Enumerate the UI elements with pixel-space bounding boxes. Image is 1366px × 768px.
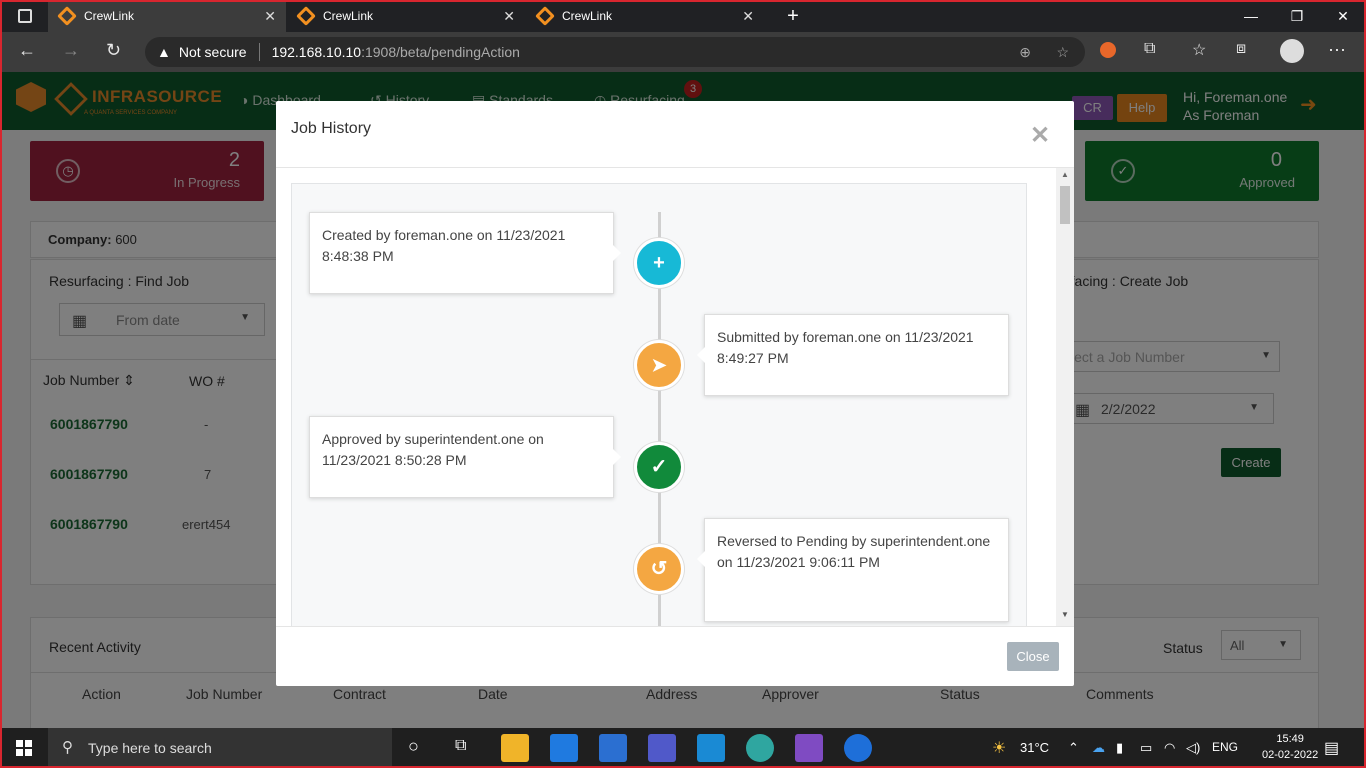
- url-path: :1908/beta/pendingAction: [361, 44, 520, 60]
- windows-start-icon[interactable]: [16, 740, 32, 756]
- zoom-icon[interactable]: ⊕: [1019, 44, 1031, 61]
- minimize-icon[interactable]: —: [1228, 0, 1274, 32]
- undo-icon: ↺: [634, 544, 684, 594]
- store-icon[interactable]: [550, 734, 578, 762]
- edge-icon[interactable]: [746, 734, 774, 762]
- url-host: 192.168.10.10: [271, 44, 362, 60]
- language-indicator[interactable]: ENG: [1212, 740, 1238, 754]
- battery-icon[interactable]: ▭: [1140, 740, 1152, 756]
- microphone-icon[interactable]: ▮: [1116, 740, 1123, 756]
- cortana-icon[interactable]: ○: [408, 736, 419, 757]
- entry-text: Reversed to Pending by superintendent.on…: [717, 533, 991, 570]
- search-placeholder: Type here to search: [88, 740, 212, 756]
- close-button[interactable]: Close: [1007, 642, 1059, 671]
- new-tab-icon[interactable]: +: [770, 0, 816, 32]
- favorites-icon[interactable]: ☆: [1192, 40, 1206, 60]
- notifications-icon[interactable]: ▤: [1324, 738, 1339, 758]
- extension-icon[interactable]: [1100, 42, 1116, 58]
- wifi-icon[interactable]: ◠: [1164, 740, 1175, 756]
- modal-title: Job History: [291, 120, 372, 137]
- crewlink-favicon-icon: [296, 6, 316, 26]
- close-window-icon[interactable]: ✕: [1320, 0, 1366, 32]
- tab-title: CrewLink: [84, 9, 135, 23]
- crewlink-favicon-icon: [535, 6, 555, 26]
- warning-icon: ▲: [157, 44, 171, 60]
- refresh-icon[interactable]: ↻: [106, 40, 121, 61]
- browser-tab-1[interactable]: CrewLink ✕: [48, 0, 286, 32]
- paper-plane-icon: ➤: [634, 340, 684, 390]
- clock[interactable]: 15:49 02-02-2022: [1262, 731, 1318, 763]
- windows-taskbar: ⚲ Type here to search ○ ⧉ ☀ 31°C ⌃ ☁ ▮ ▭…: [0, 728, 1366, 768]
- file-explorer-icon[interactable]: [501, 734, 529, 762]
- security-label[interactable]: Not secure: [179, 44, 247, 60]
- favorite-star-icon[interactable]: ☆: [1056, 44, 1069, 61]
- modal-body: Created by foreman.one on 11/23/2021 8:4…: [276, 168, 1074, 626]
- modal-header: Job History ✕: [276, 101, 1074, 168]
- extensions-puzzle-icon[interactable]: ⧉: [1144, 40, 1155, 58]
- url-field[interactable]: ▲ Not secure 192.168.10.10 :1908/beta/pe…: [145, 37, 1085, 67]
- address-bar-row: ← → ↻ ▲ Not secure 192.168.10.10 :1908/b…: [0, 32, 1366, 72]
- clock-date: 02-02-2022: [1262, 749, 1319, 761]
- maximize-icon[interactable]: ❐: [1274, 0, 1320, 32]
- check-icon: ✓: [634, 442, 684, 492]
- search-icon: ⚲: [62, 739, 73, 756]
- task-view-icon[interactable]: ⧉: [455, 737, 466, 755]
- entry-text: Created by foreman.one on 11/23/2021 8:4…: [322, 227, 566, 264]
- modal-footer: Close: [276, 626, 1074, 686]
- plus-icon: +: [634, 238, 684, 288]
- more-menu-icon[interactable]: ⋯: [1328, 40, 1346, 61]
- vscode-icon[interactable]: [697, 734, 725, 762]
- entry-text: Submitted by foreman.one on 11/23/2021 8…: [717, 329, 974, 366]
- timeline-entry: Created by foreman.one on 11/23/2021 8:4…: [309, 212, 621, 294]
- scroll-thumb[interactable]: [1060, 186, 1070, 224]
- browser-tab-2[interactable]: CrewLink ✕: [287, 0, 525, 32]
- crewlink-favicon-icon: [57, 6, 77, 26]
- forward-icon[interactable]: →: [62, 40, 80, 61]
- timeline-entry: Submitted by foreman.one on 11/23/2021 8…: [697, 314, 1009, 396]
- tab-title: CrewLink: [323, 9, 374, 23]
- visual-studio-icon[interactable]: [795, 734, 823, 762]
- maps-icon[interactable]: [844, 734, 872, 762]
- collections-icon[interactable]: ⧈: [1236, 40, 1246, 58]
- close-icon[interactable]: ✕: [1030, 121, 1050, 150]
- back-icon[interactable]: ←: [18, 40, 36, 61]
- timeline: Created by foreman.one on 11/23/2021 8:4…: [291, 183, 1027, 626]
- close-tab-icon[interactable]: ✕: [503, 8, 515, 25]
- volume-icon[interactable]: ◁): [1186, 740, 1200, 756]
- weather-icon[interactable]: ☀: [992, 738, 1006, 758]
- tab-title: CrewLink: [562, 9, 613, 23]
- scroll-up-icon[interactable]: ▲: [1061, 170, 1069, 179]
- close-tab-icon[interactable]: ✕: [264, 8, 276, 25]
- onedrive-icon[interactable]: ☁: [1092, 740, 1105, 756]
- entry-text: Approved by superintendent.one on 11/23/…: [322, 431, 544, 468]
- url-separator: [258, 43, 260, 61]
- close-tab-icon[interactable]: ✕: [742, 8, 754, 25]
- teams-icon[interactable]: [648, 734, 676, 762]
- profile-avatar[interactable]: [1280, 39, 1304, 63]
- browser-tab-3[interactable]: CrewLink ✕: [526, 0, 764, 32]
- modal-scrollbar[interactable]: ▲ ▼: [1056, 168, 1074, 626]
- timeline-entry: Reversed to Pending by superintendent.on…: [697, 518, 1009, 622]
- tab-actions-icon[interactable]: [18, 9, 32, 23]
- job-history-modal: Job History ✕ Created by foreman.one on …: [276, 101, 1074, 686]
- mail-icon[interactable]: [599, 734, 627, 762]
- clock-time: 15:49: [1276, 733, 1304, 745]
- browser-tab-bar: CrewLink ✕ CrewLink ✕ CrewLink ✕ + — ❐ ✕: [0, 0, 1366, 32]
- temperature[interactable]: 31°C: [1020, 740, 1049, 755]
- timeline-entry: Approved by superintendent.one on 11/23/…: [309, 416, 621, 498]
- taskbar-search[interactable]: ⚲ Type here to search: [48, 728, 392, 768]
- show-hidden-icons-icon[interactable]: ⌃: [1068, 740, 1079, 756]
- scroll-down-icon[interactable]: ▼: [1061, 610, 1069, 619]
